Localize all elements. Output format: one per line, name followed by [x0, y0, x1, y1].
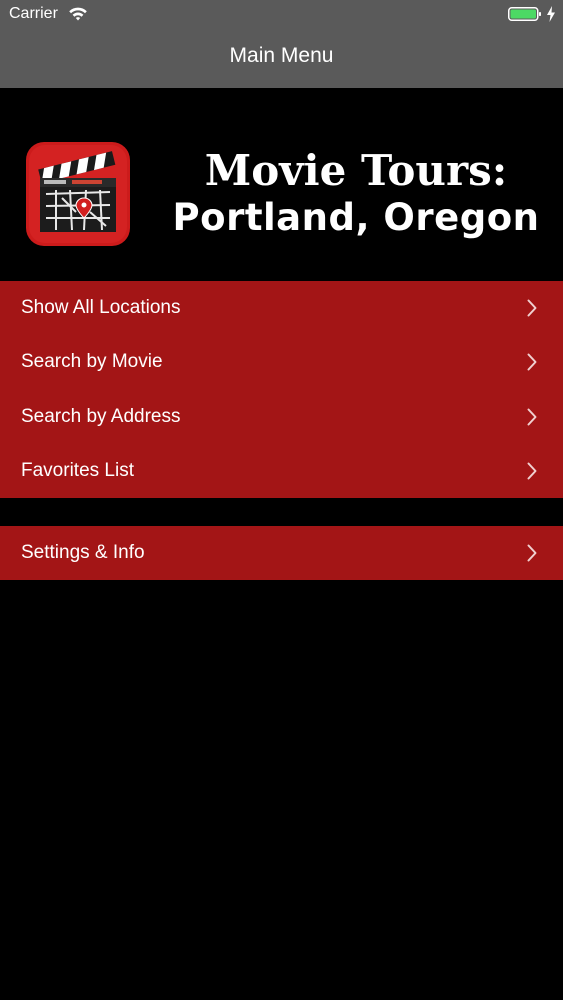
chevron-right-icon: [527, 353, 537, 371]
chevron-right-icon: [527, 544, 537, 562]
chevron-right-icon: [527, 408, 537, 426]
status-bar: Carrier: [0, 0, 563, 30]
menu-item-settings-info[interactable]: Settings & Info: [0, 526, 563, 580]
menu-item-search-by-address[interactable]: Search by Address: [0, 390, 563, 444]
carrier-label: Carrier: [9, 5, 58, 22]
app-title-line-1: Movie Tours:: [204, 146, 508, 195]
chevron-right-icon: [527, 299, 537, 317]
navigation-bar: Carrier Main Menu: [0, 0, 563, 88]
menu-item-label: Search by Address: [21, 405, 181, 427]
menu-item-search-by-movie[interactable]: Search by Movie: [0, 335, 563, 389]
app-title-line-2: Portland, Oregon: [172, 196, 540, 239]
chevron-right-icon: [527, 462, 537, 480]
wifi-icon: [69, 7, 87, 21]
menu-item-label: Favorites List: [21, 459, 134, 481]
menu-item-favorites-list[interactable]: Favorites List: [0, 444, 563, 498]
battery-icon: [508, 7, 541, 21]
settings-menu-list: Settings & Info: [0, 526, 563, 580]
menu-item-label: Show All Locations: [21, 297, 181, 319]
menu-item-label: Search by Movie: [21, 351, 163, 373]
nav-title: Main Menu: [229, 44, 334, 67]
menu-item-label: Settings & Info: [21, 542, 145, 563]
main-menu-list: Show All Locations Search by Movie Searc…: [0, 281, 563, 498]
menu-item-show-all-locations[interactable]: Show All Locations: [0, 281, 563, 335]
clapperboard-map-icon: [26, 142, 130, 246]
charging-bolt-icon: [547, 6, 555, 22]
app-header: Movie Tours: Portland, Oregon: [0, 88, 563, 281]
